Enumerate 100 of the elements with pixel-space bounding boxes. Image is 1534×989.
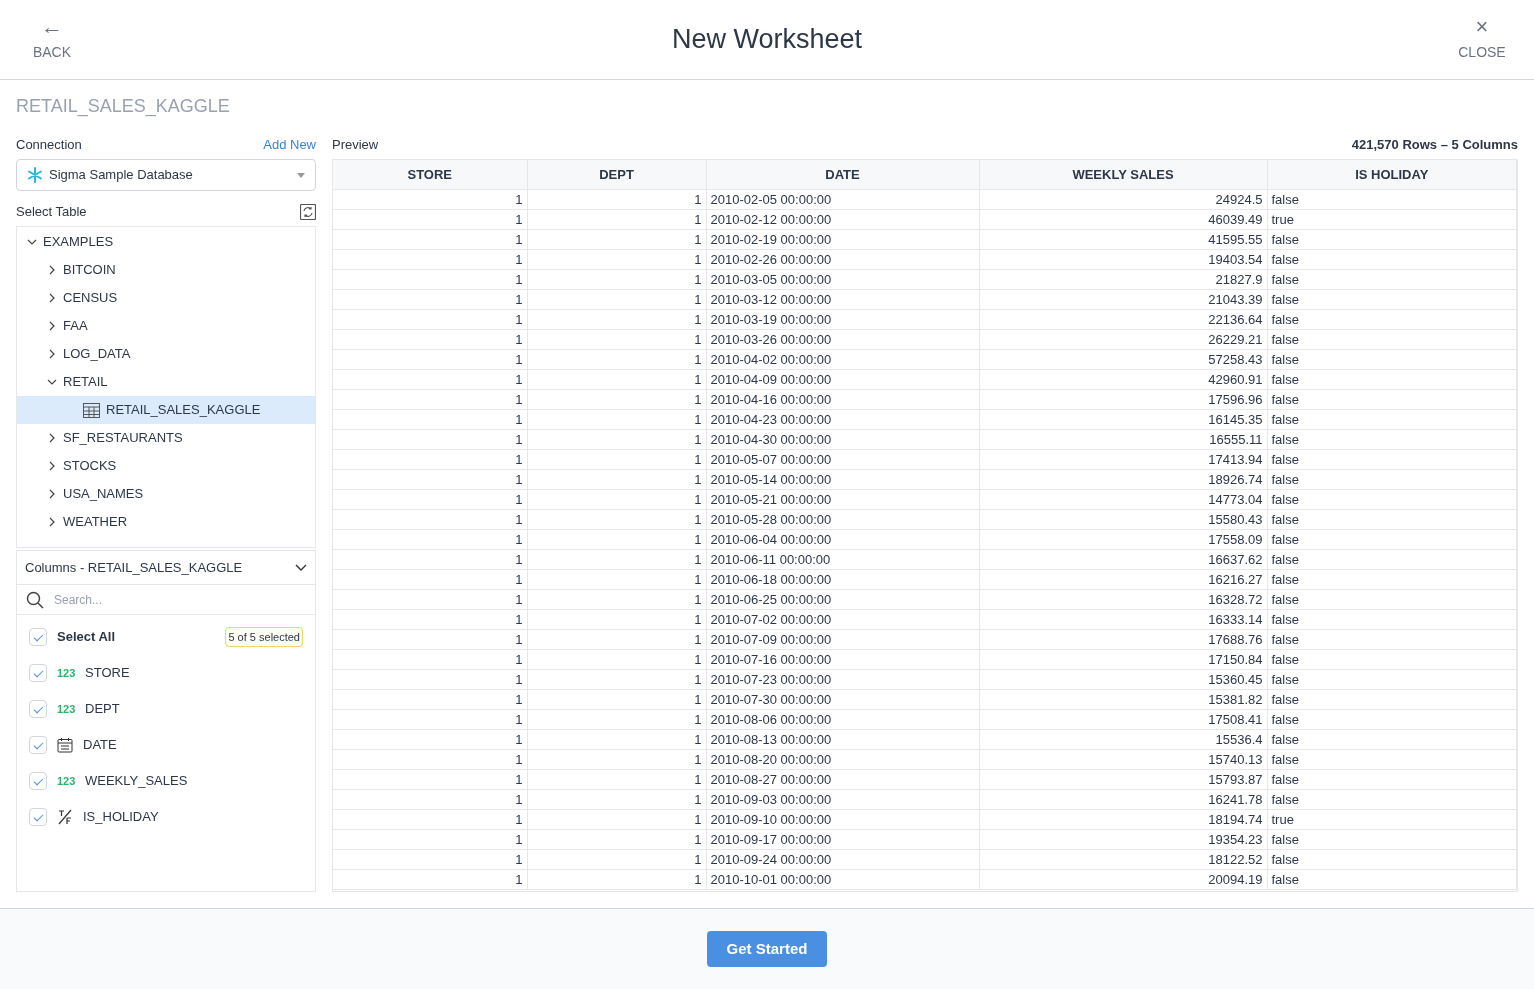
column-header[interactable]: DEPT: [527, 160, 706, 189]
table-cell: 1: [527, 689, 706, 709]
table-cell: false: [1267, 249, 1517, 269]
table-cell: 2010-04-09 00:00:00: [706, 369, 979, 389]
table-cell: false: [1267, 269, 1517, 289]
close-button[interactable]: × CLOSE: [1458, 16, 1506, 63]
caret-icon: [297, 172, 305, 178]
search-field[interactable]: Search...: [54, 590, 306, 609]
search-icon: [26, 590, 44, 609]
table-cell: 1: [333, 649, 527, 669]
table-cell: false: [1267, 649, 1517, 669]
table-cell: false: [1267, 309, 1517, 329]
column-header[interactable]: DATE: [706, 160, 979, 189]
tree-item[interactable]: CENSUS: [17, 284, 315, 312]
checkbox[interactable]: [29, 808, 47, 826]
table-cell: 1: [333, 349, 527, 369]
table-cell: 15381.82: [979, 689, 1267, 709]
connection-dropdown[interactable]: Sigma Sample Database: [16, 159, 316, 191]
table-cell: 17508.41: [979, 709, 1267, 729]
checkbox[interactable]: [29, 700, 47, 718]
table-cell: 1: [333, 829, 527, 849]
table-cell: false: [1267, 329, 1517, 349]
table-cell: 1: [333, 229, 527, 249]
table-cell: 2010-04-23 00:00:00: [706, 409, 979, 429]
table-cell: 1: [333, 209, 527, 229]
tree-item[interactable]: SF_RESTAURANTS: [17, 424, 315, 452]
number-type-label: 123: [57, 701, 75, 717]
chevron-right-icon: [47, 433, 57, 443]
table-cell: 16333.14: [979, 609, 1267, 629]
checkbox[interactable]: [29, 628, 47, 646]
refresh-icon[interactable]: [300, 204, 316, 220]
table-cell: 1: [333, 329, 527, 349]
table-cell: 2010-02-19 00:00:00: [706, 229, 979, 249]
table-cell: 2010-03-19 00:00:00: [706, 309, 979, 329]
checkbox[interactable]: [29, 772, 47, 790]
table-cell: false: [1267, 289, 1517, 309]
table-cell: true: [1267, 809, 1517, 829]
column-name: DEPT: [85, 700, 120, 719]
column-header[interactable]: WEEKLY SALES: [979, 160, 1267, 189]
table-cell: 2010-02-12 00:00:00: [706, 209, 979, 229]
select-table-label: Select Table: [16, 203, 87, 222]
table-cell: 18926.74: [979, 469, 1267, 489]
window-title: New Worksheet: [671, 23, 863, 57]
table-cell: 1: [527, 549, 706, 569]
back-button[interactable]: ← BACK: [28, 16, 76, 63]
snowflake-icon: [27, 167, 43, 183]
column-header[interactable]: IS HOLIDAY: [1267, 160, 1517, 189]
table-cell: 1: [527, 349, 706, 369]
table-cell: false: [1267, 849, 1517, 869]
table-cell: false: [1267, 689, 1517, 709]
chevron-right-icon: [47, 265, 57, 275]
tree-item[interactable]: WEATHER: [17, 508, 315, 536]
add-new-link[interactable]: Add New: [263, 135, 316, 155]
checkbox[interactable]: [29, 736, 47, 754]
chevron-right-icon: [47, 321, 57, 331]
table-cell: 15740.13: [979, 749, 1267, 769]
tree-item[interactable]: BITCOIN: [17, 256, 315, 284]
table-cell: false: [1267, 489, 1517, 509]
tree-item[interactable]: FAA: [17, 312, 315, 340]
table-cell: 24924.5: [979, 189, 1267, 209]
table-cell: 1: [527, 269, 706, 289]
table-cell: 19403.54: [979, 249, 1267, 269]
tree-item[interactable]: EXAMPLES: [17, 228, 315, 256]
tree-item[interactable]: STOCKS: [17, 452, 315, 480]
tree-item[interactable]: LOG_DATA: [17, 340, 315, 368]
table-cell: 1: [527, 309, 706, 329]
table-cell: false: [1267, 189, 1517, 209]
chevron-down-icon[interactable]: [295, 563, 307, 572]
table-cell: 1: [527, 649, 706, 669]
table-cell: 1: [333, 389, 527, 409]
table-cell: 2010-05-21 00:00:00: [706, 489, 979, 509]
table-cell: 1: [527, 509, 706, 529]
table-cell: 1: [333, 249, 527, 269]
table-cell: 16216.27: [979, 569, 1267, 589]
checkbox[interactable]: [29, 664, 47, 682]
table-cell: false: [1267, 629, 1517, 649]
table-cell: 2010-09-03 00:00:00: [706, 789, 979, 809]
column-header[interactable]: STORE: [333, 160, 527, 189]
table-cell: 1: [527, 229, 706, 249]
tree-item[interactable]: RETAIL_SALES_KAGGLE: [17, 396, 315, 424]
tree-item[interactable]: RETAIL: [17, 368, 315, 396]
preview-label: Preview: [332, 136, 379, 155]
table-cell: 2010-04-16 00:00:00: [706, 389, 979, 409]
table-cell: 2010-04-30 00:00:00: [706, 429, 979, 449]
column-name: STORE: [85, 664, 130, 683]
table-cell: 1: [333, 749, 527, 769]
table-cell: 57258.43: [979, 349, 1267, 369]
table-cell: 1: [333, 589, 527, 609]
table-cell: 1: [527, 449, 706, 469]
number-type-label: 123: [57, 773, 75, 789]
back-arrow-icon: ←: [41, 16, 63, 38]
table-cell: false: [1267, 709, 1517, 729]
table-cell: 1: [527, 729, 706, 749]
close-icon: ×: [1475, 16, 1489, 38]
table-cell: 2010-02-05 00:00:00: [706, 189, 979, 209]
table-cell: 1: [333, 769, 527, 789]
table-cell: 1: [527, 329, 706, 349]
tree-item[interactable]: USA_NAMES: [17, 480, 315, 508]
table-cell: 1: [333, 509, 527, 529]
table-cell: 16145.35: [979, 409, 1267, 429]
